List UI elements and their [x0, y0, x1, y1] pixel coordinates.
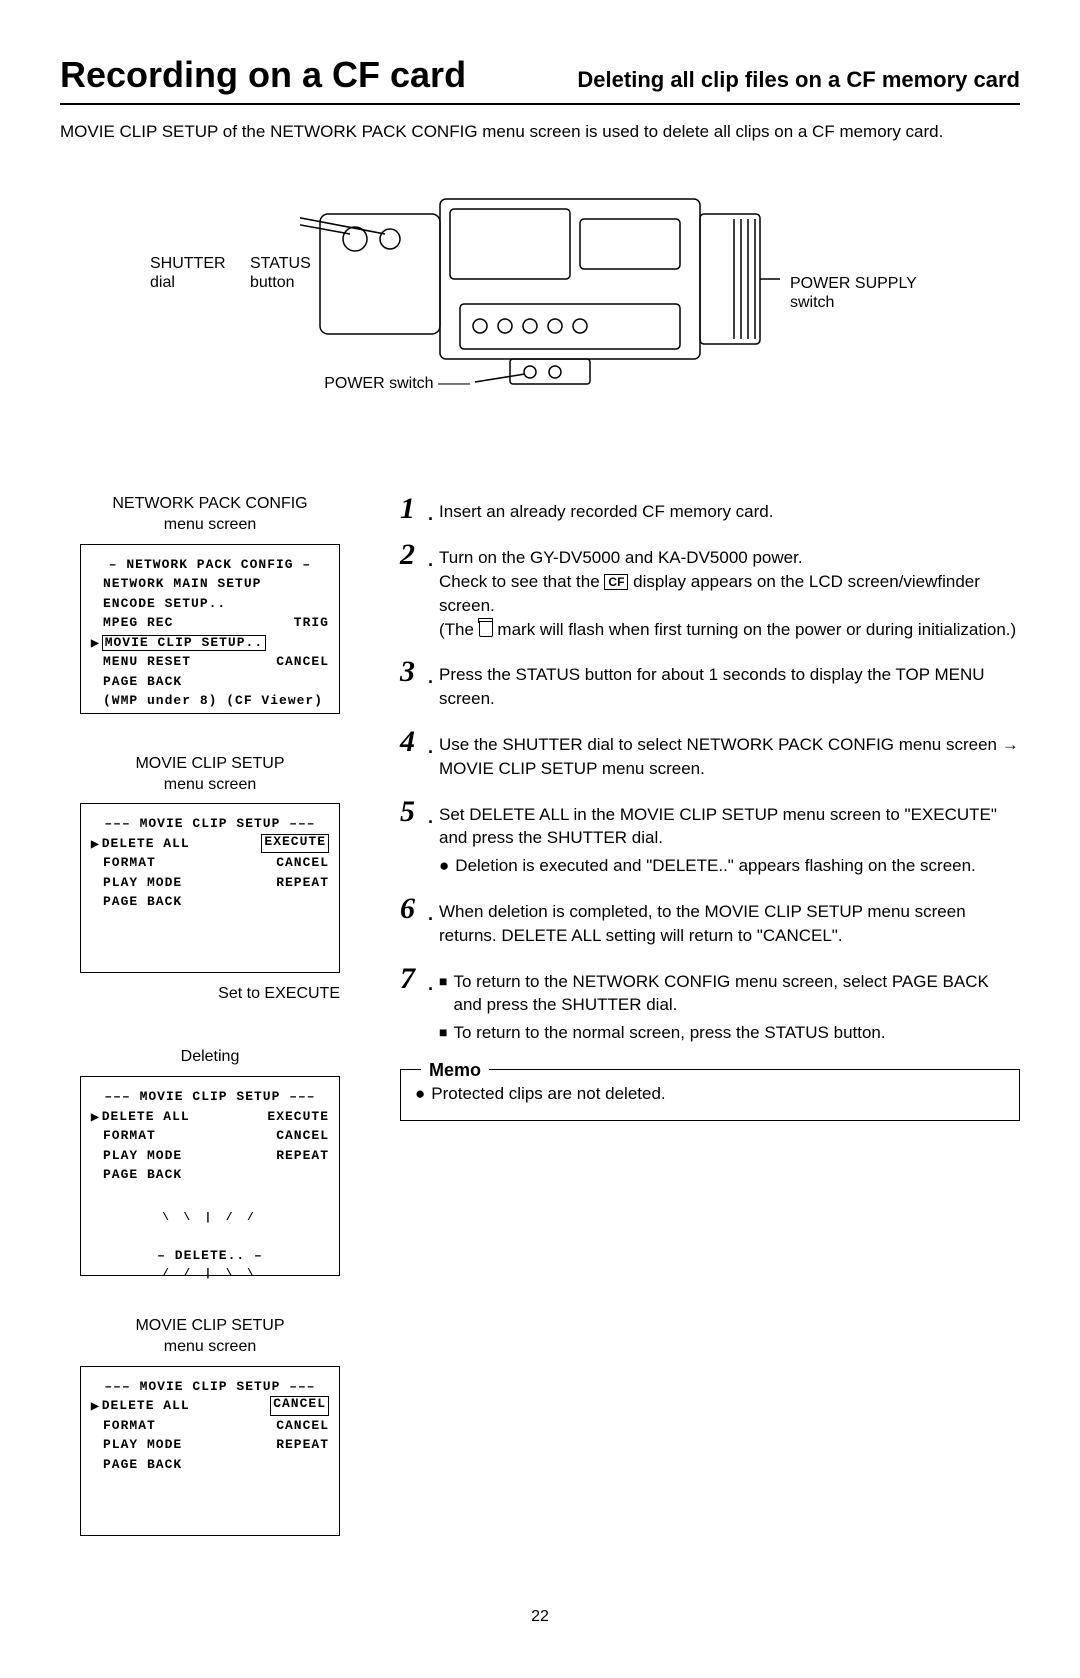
- intro-text: MOVIE CLIP SETUP of the NETWORK PACK CON…: [60, 120, 1020, 144]
- left-column: NETWORK PACK CONFIGmenu screen – NETWORK…: [60, 494, 360, 1546]
- set-execute-label: Set to EXECUTE: [60, 983, 340, 1005]
- page-header: Recording on a CF card Deleting all clip…: [60, 50, 1020, 105]
- memory-card-icon: [479, 621, 493, 637]
- right-column: 1. Insert an already recorded CF memory …: [400, 494, 1020, 1546]
- page-number: 22: [60, 1606, 1020, 1628]
- movie-clip-setup-menu-1: ––– MOVIE CLIP SETUP ––– DELETE ALLEXECU…: [80, 803, 340, 973]
- page-title: Recording on a CF card: [60, 50, 466, 100]
- movie-clip-setup-menu-3: ––– MOVIE CLIP SETUP ––– DELETE ALLCANCE…: [80, 1366, 340, 1536]
- npc-caption: NETWORK PACK CONFIGmenu screen: [60, 494, 360, 536]
- mcs-caption-1: MOVIE CLIP SETUPmenu screen: [60, 754, 360, 796]
- camera-icon: [300, 184, 780, 394]
- step-1: 1. Insert an already recorded CF memory …: [400, 494, 1020, 524]
- camera-diagram: SHUTTERdial STATUSbutton POWER switch ——…: [150, 184, 930, 444]
- step-3: 3. Press the STATUS button for about 1 s…: [400, 657, 1020, 711]
- step-2: 2. Turn on the GY-DV5000 and KA-DV5000 p…: [400, 540, 1020, 641]
- memo-box: Memo ●Protected clips are not deleted.: [400, 1069, 1020, 1121]
- step-4: 4. Use the SHUTTER dial to select NETWOR…: [400, 727, 1020, 781]
- cf-icon: CF: [604, 574, 628, 590]
- step-6: 6. When deletion is completed, to the MO…: [400, 894, 1020, 948]
- step-5: 5. Set DELETE ALL in the MOVIE CLIP SETU…: [400, 797, 1020, 878]
- label-shutter-dial: SHUTTERdial: [150, 254, 240, 292]
- movie-clip-setup-menu-deleting: ––– MOVIE CLIP SETUP ––– DELETE ALLEXECU…: [80, 1076, 340, 1276]
- memo-text: Protected clips are not deleted.: [431, 1082, 665, 1106]
- mcs-caption-2: MOVIE CLIP SETUPmenu screen: [60, 1316, 360, 1358]
- page-subtitle: Deleting all clip files on a CF memory c…: [577, 65, 1020, 96]
- deleting-caption: Deleting: [60, 1046, 360, 1068]
- steps-list: 1. Insert an already recorded CF memory …: [400, 494, 1020, 1049]
- memo-title: Memo: [421, 1058, 489, 1083]
- label-power-supply: POWER SUPPLYswitch: [790, 274, 920, 312]
- step-7: 7. ■To return to the NETWORK CONFIG menu…: [400, 964, 1020, 1049]
- network-pack-config-menu: – NETWORK PACK CONFIG – NETWORK MAIN SET…: [80, 544, 340, 714]
